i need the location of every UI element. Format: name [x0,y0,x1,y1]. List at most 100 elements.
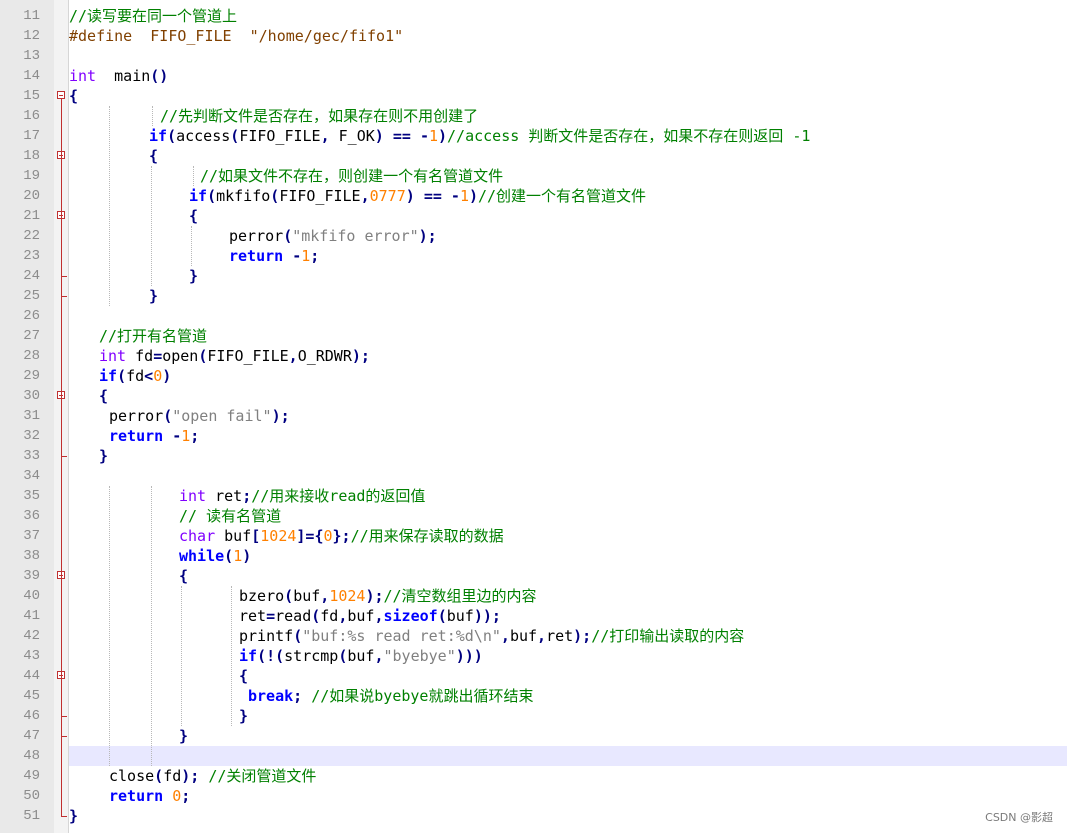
code-token: break [248,687,294,705]
code-text: if(fd<0) [99,366,171,386]
indent-guide [181,586,182,726]
code-token: O_RDWR [297,347,352,365]
code-token: ( [230,127,240,145]
code-token: ( [311,607,321,625]
code-line[interactable]: 12 #define FIFO_FILE "/home/gec/fifo1" [0,26,1067,46]
code-token: ; [310,247,320,265]
code-line[interactable]: 45 break; //如果说byebye就跳出循环结束 [0,686,1067,706]
code-line[interactable]: 27 //打开有名管道 [0,326,1067,346]
fold-collapse-icon[interactable] [57,91,65,99]
code-line[interactable]: 47} [0,726,1067,746]
code-line[interactable]: 46} [0,706,1067,726]
code-text: while(1) [179,546,251,566]
code-line[interactable]: 42 printf("buf:%s read ret:%d\n",buf,ret)… [0,626,1067,646]
code-editor[interactable]: 11 //读写要在同一个管道上 12 #define FIFO_FILE "/home… [0,0,1067,833]
code-text: } [239,706,248,726]
code-line[interactable]: 28 int fd=open(FIFO_FILE,O_RDWR); [0,346,1067,366]
code-token: )); [473,607,501,625]
line-number: 25 [23,288,40,304]
code-line[interactable]: 41 ret=read(fd,buf,sizeof(buf)); [0,606,1067,626]
code-line[interactable]: 19 //如果文件不存在，则创建一个有名管道文件 [0,166,1067,186]
line-number: 32 [23,428,40,444]
code-line[interactable]: 32 return -1; [0,426,1067,446]
code-lines[interactable]: 11 //读写要在同一个管道上 12 #define FIFO_FILE "/home… [0,0,1067,833]
code-line[interactable]: 33} [0,446,1067,466]
code-line[interactable]: 29 if(fd<0) [0,366,1067,386]
code-token: //读写要在同一个管道上 [69,7,238,25]
code-text: #define FIFO_FILE "/home/gec/fifo1" [69,26,403,46]
code-line[interactable]: 22 perror("mkfifo error"); [0,226,1067,246]
code-line[interactable]: 20 if(mkfifo(FIFO_FILE,0777) == -1)//创建一个… [0,186,1067,206]
code-line[interactable]: 26 [0,306,1067,326]
code-line[interactable]: 38 while(1) [0,546,1067,566]
code-line[interactable]: 17 if(access(FIFO_FILE, F_OK) == -1)//acc… [0,126,1067,146]
code-token: ( [167,127,177,145]
code-line[interactable]: 40 bzero(buf,1024);//清空数组里边的内容 [0,586,1067,606]
code-line[interactable]: 51} [0,806,1067,826]
code-token: perror [229,227,284,245]
code-token: ( [283,227,293,245]
line-number: 22 [23,228,40,244]
line-number: 18 [23,148,40,164]
code-text: if(mkfifo(FIFO_FILE,0777) == -1)//创建一个有名… [189,186,646,206]
code-line[interactable]: 11 //读写要在同一个管道上 [0,6,1067,26]
code-text: { [179,566,188,586]
line-number: 12 [23,28,40,44]
code-text: return 0; [109,786,190,806]
line-number: 45 [23,688,40,704]
code-line[interactable]: 36 // 读有名管道 [0,506,1067,526]
code-line[interactable]: 37 char buf[1024]={0};//用来保存读取的数据 [0,526,1067,546]
code-line[interactable]: 24} [0,266,1067,286]
code-line[interactable]: 13 [0,46,1067,66]
code-token: FIFO_FILE [239,127,321,145]
code-text: return -1; [229,246,319,266]
line-number: 11 [23,8,40,24]
code-token: = [266,607,276,625]
code-text: int fd=open(FIFO_FILE,O_RDWR); [99,346,370,366]
code-line[interactable]: 30 { [0,386,1067,406]
code-text: } [149,286,158,306]
code-token: perror [109,407,164,425]
code-line[interactable]: 49 close(fd); //关闭管道文件 [0,766,1067,786]
code-line[interactable]: 34 [0,466,1067,486]
code-line[interactable]: 44 { [0,666,1067,686]
code-line[interactable]: 21 { [0,206,1067,226]
code-token: < [144,367,154,385]
code-token: sizeof [383,607,438,625]
line-number: 40 [23,588,40,604]
code-line[interactable]: 25} [0,286,1067,306]
code-text: } [179,726,188,746]
code-token: 1 [301,247,311,265]
code-line[interactable]: 43 if(!(strcmp(buf,"byebye"))) [0,646,1067,666]
code-token: "byebye" [383,647,456,665]
fold-end-marker [61,716,67,717]
code-token: ))) [455,647,483,665]
code-line[interactable]: 50 return 0; [0,786,1067,806]
code-token: } [99,447,109,465]
code-line[interactable]: 16 //先判断文件是否存在，如果存在则不用创建了 [0,106,1067,126]
code-token: if [99,367,118,385]
code-token: //先判断文件是否存在，如果存在则不用创建了 [160,107,479,125]
code-token: //如果说byebye就跳出循环结束 [311,687,534,705]
code-token: } [189,267,199,285]
code-line[interactable]: 39 { [0,566,1067,586]
code-token: if [149,127,168,145]
code-line[interactable]: 14 int main() [0,66,1067,86]
code-token: - [172,427,182,445]
code-line[interactable]: 18 { [0,146,1067,166]
code-line[interactable]: 15 { [0,86,1067,106]
code-line[interactable]: 31 perror("open fail"); [0,406,1067,426]
code-line[interactable]: 23 return -1; [0,246,1067,266]
code-line[interactable]: 35 int ret;//用来接收read的返回值 [0,486,1067,506]
code-token: 1024 [329,587,366,605]
code-text: bzero(buf,1024);//清空数组里边的内容 [239,586,537,606]
code-text: int ret;//用来接收read的返回值 [179,486,425,506]
code-line[interactable]: 48 [0,746,1067,766]
code-token: , [320,127,330,145]
code-token: { [99,387,109,405]
code-text: close(fd); //关闭管道文件 [109,766,316,786]
watermark: CSDN @影超 [985,811,1053,824]
line-number: 23 [23,248,40,264]
